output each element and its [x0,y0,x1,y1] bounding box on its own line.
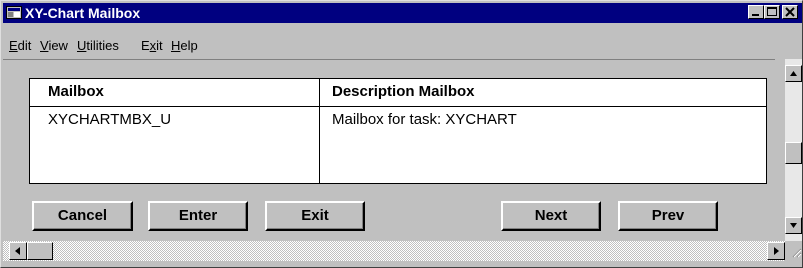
scroll-up-button[interactable] [785,65,802,82]
prev-button[interactable]: Prev [618,201,718,231]
scroll-down-button[interactable] [785,217,802,234]
minimize-icon [752,14,759,16]
resize-grip-icon [792,248,802,258]
arrow-right-icon [774,247,779,255]
arrow-down-icon [790,223,797,228]
close-button[interactable] [782,5,798,19]
arrow-up-icon [790,71,797,76]
vertical-scrollbar[interactable] [785,59,802,251]
mailbox-table: Mailbox Description Mailbox XYCHARTMBX_U… [29,78,767,184]
exit-button[interactable]: Exit [265,201,365,231]
header-divider [30,106,766,107]
enter-button[interactable]: Enter [148,201,248,231]
column-header-description: Description Mailbox [332,83,475,100]
horizontal-scroll-thumb[interactable] [27,242,53,260]
title-bar[interactable]: XY-Chart Mailbox [3,3,802,23]
maximize-button[interactable] [764,5,780,19]
cell-description[interactable]: Mailbox for task: XYCHART [332,111,517,128]
menu-edit[interactable]: Edit [9,38,31,53]
maximize-icon [767,7,777,16]
application-icon[interactable] [6,5,22,20]
horizontal-scrollbar[interactable] [3,241,785,261]
menu-help[interactable]: Help [171,38,198,53]
minimize-button[interactable] [748,5,764,19]
column-header-mailbox: Mailbox [48,83,104,100]
size-grip[interactable] [785,241,802,261]
next-button[interactable]: Next [501,201,601,231]
application-window: XY-Chart Mailbox Edit View Utilities Exi… [0,0,803,268]
close-icon [785,7,795,17]
menu-utilities[interactable]: Utilities [77,38,119,53]
column-divider [319,79,320,183]
cell-mailbox[interactable]: XYCHARTMBX_U [48,111,171,128]
vertical-scroll-thumb[interactable] [785,142,802,164]
scroll-left-button[interactable] [9,242,27,260]
menu-exit[interactable]: Exit [141,38,163,53]
cancel-button[interactable]: Cancel [32,201,133,231]
scroll-right-button[interactable] [767,242,785,260]
menu-bar: Edit View Utilities Exit Help [3,35,802,57]
menu-view[interactable]: View [40,38,68,53]
window-title: XY-Chart Mailbox [25,5,141,21]
arrow-left-icon [15,247,20,255]
